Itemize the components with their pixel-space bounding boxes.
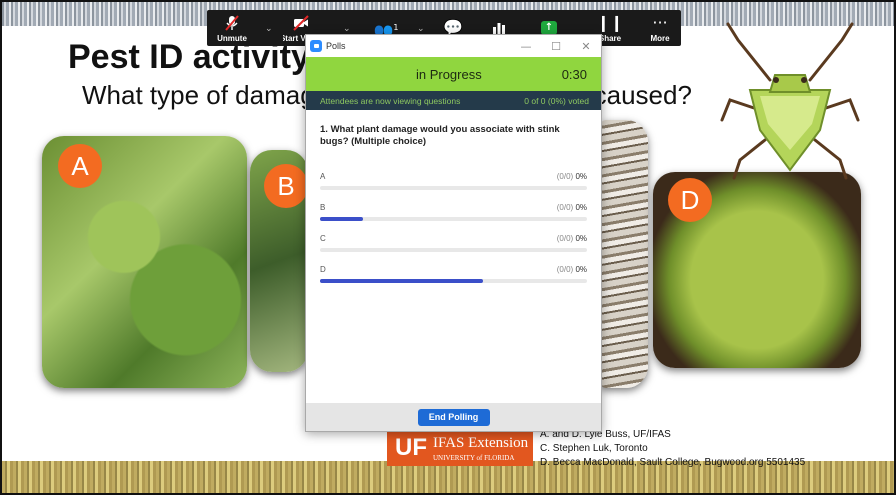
option-result-bar bbox=[320, 279, 587, 283]
option-percent: 0% bbox=[575, 172, 587, 181]
minimize-icon[interactable]: — bbox=[511, 40, 541, 53]
uf-logo-mark: UF bbox=[395, 434, 427, 461]
option-count: (0/0) bbox=[556, 172, 574, 181]
option-result-bar bbox=[320, 186, 587, 190]
maximize-icon[interactable]: ☐ bbox=[541, 40, 571, 53]
chevron-down-icon[interactable]: ⌄ bbox=[343, 24, 351, 34]
poll-options: A (0/0) 0% B (0/0) 0% C (0/0) 0% D (0/0)… bbox=[306, 172, 601, 296]
polls-titlebar[interactable]: Polls — ☐ ✕ bbox=[306, 35, 601, 57]
option-result-fill bbox=[320, 217, 363, 221]
share-screen-icon: ↑ bbox=[541, 21, 557, 35]
option-result-bar bbox=[320, 248, 587, 252]
photo-c-bark-damage bbox=[600, 120, 648, 388]
end-polling-button[interactable]: End Polling bbox=[417, 408, 490, 426]
uf-ifas-extension-logo: UF IFAS Extension UNIVERSITY of FLORIDA bbox=[387, 430, 533, 466]
university-of-florida-text: UNIVERSITY of FLORIDA bbox=[433, 453, 515, 462]
photo-credits: A. and D. Lyle Buss, UF/IFAS C. Stephen … bbox=[540, 428, 805, 470]
badge-b: B bbox=[264, 164, 308, 208]
poll-option: A (0/0) 0% bbox=[320, 172, 587, 203]
poll-option: B (0/0) 0% bbox=[320, 203, 587, 234]
viewing-text: Attendees are now viewing questions bbox=[320, 95, 461, 106]
option-count: (0/0) bbox=[556, 234, 574, 243]
option-percent: 0% bbox=[575, 203, 587, 212]
unmute-label: Unmute bbox=[217, 33, 247, 43]
poll-status-bar: in Progress 0:30 bbox=[306, 57, 601, 91]
poll-viewing-bar: Attendees are now viewing questions 0 of… bbox=[306, 91, 601, 110]
option-label: B bbox=[320, 203, 326, 212]
polls-footer: End Polling bbox=[306, 403, 601, 431]
badge-d: D bbox=[668, 178, 712, 222]
option-label: D bbox=[320, 265, 326, 274]
option-count: (0/0) bbox=[556, 265, 574, 274]
polls-window: Polls — ☐ ✕ in Progress 0:30 Attendees a… bbox=[305, 34, 602, 432]
chevron-down-icon[interactable]: ⌄ bbox=[417, 24, 425, 34]
poll-timer: 0:30 bbox=[561, 66, 587, 82]
voted-text: 0 of 0 (0%) voted bbox=[524, 95, 589, 106]
option-result-fill bbox=[320, 279, 483, 283]
share-label: Share bbox=[598, 33, 622, 43]
question-number: 1. bbox=[320, 124, 328, 135]
option-result-bar bbox=[320, 217, 587, 221]
option-percent: 0% bbox=[575, 265, 587, 274]
stink-bug-illustration bbox=[720, 22, 860, 180]
ifas-extension-text: IFAS Extension bbox=[433, 434, 529, 451]
chevron-down-icon[interactable]: ⌄ bbox=[265, 24, 273, 34]
microphone-muted-icon bbox=[225, 14, 239, 31]
video-off-icon bbox=[293, 14, 309, 31]
badge-a: A bbox=[58, 144, 102, 188]
credit-line: C. Stephen Luk, Toronto bbox=[540, 443, 648, 454]
question-text: What plant damage would you associate wi… bbox=[320, 124, 560, 147]
poll-status: in Progress bbox=[415, 66, 482, 82]
option-label: A bbox=[320, 172, 326, 181]
more-button[interactable]: ··· More bbox=[645, 10, 675, 46]
unmute-button[interactable]: Unmute bbox=[215, 10, 249, 46]
option-percent: 0% bbox=[575, 234, 587, 243]
credit-line: D. Becca MacDonald, Sault College, Bugwo… bbox=[540, 457, 806, 468]
option-count: (0/0) bbox=[556, 203, 574, 212]
pause-share-icon: ❙❙ bbox=[596, 12, 624, 32]
participants-count: 1 bbox=[393, 23, 399, 32]
zoom-app-icon bbox=[310, 40, 322, 52]
poll-option: C (0/0) 0% bbox=[320, 234, 587, 265]
more-icon: ··· bbox=[652, 12, 668, 32]
option-label: C bbox=[320, 234, 326, 243]
poll-question: 1. What plant damage would you associate… bbox=[306, 110, 601, 148]
polls-icon bbox=[493, 23, 505, 34]
polls-window-title: Polls bbox=[326, 41, 346, 51]
close-icon[interactable]: ✕ bbox=[571, 40, 601, 53]
poll-option: D (0/0) 0% bbox=[320, 265, 587, 296]
more-label: More bbox=[650, 33, 670, 43]
